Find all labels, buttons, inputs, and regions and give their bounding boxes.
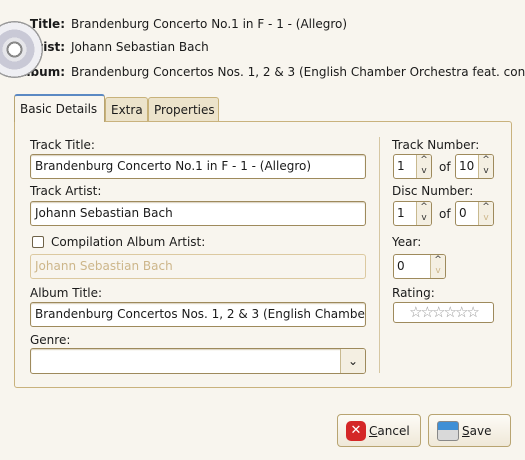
title-value: Brandenburg Concerto No.1 in F - 1 - (Al… [71, 17, 348, 31]
rating-label: Rating: [392, 286, 435, 300]
genre-combobox[interactable]: ⌄ [30, 348, 366, 374]
album-value: Brandenburg Concertos Nos. 1, 2 & 3 (Eng… [71, 65, 525, 79]
of-label: of [439, 160, 451, 174]
save-button[interactable]: Save [428, 414, 511, 447]
track-artist-input[interactable]: Johann Sebastian Bach [30, 201, 366, 226]
track-number-spin[interactable]: 1 ^ v [393, 154, 432, 179]
year-spin[interactable]: 0 ^ v [393, 254, 446, 279]
column-separator [379, 137, 380, 373]
spin-arrows-icon[interactable]: ^ v [478, 155, 493, 178]
album-title-label: Album Title: [30, 286, 103, 300]
year-label: Year: [392, 235, 422, 249]
chevron-down-icon[interactable]: ⌄ [340, 349, 365, 373]
spin-arrows-icon[interactable]: ^ v [478, 202, 493, 225]
track-total-spin[interactable]: 10 ^ v [455, 154, 494, 179]
tab-extra[interactable]: Extra [105, 97, 148, 122]
cancel-label: Cancel [369, 423, 410, 438]
artist-value: Johann Sebastian Bach [71, 40, 209, 54]
compilation-label: Compilation Album Artist: [51, 235, 206, 249]
track-title-input[interactable]: Brandenburg Concerto No.1 in F - 1 - (Al… [30, 154, 366, 179]
album-title-input[interactable]: Brandenburg Concertos Nos. 1, 2 & 3 (Eng… [30, 302, 366, 327]
tab-properties[interactable]: Properties [148, 97, 219, 122]
disc-total-spin[interactable]: 0 ^ v [455, 201, 494, 226]
track-title-label: Track Title: [30, 138, 95, 152]
track-number-label: Track Number: [392, 138, 480, 152]
cancel-icon: ✕ [346, 420, 366, 441]
disc-number-label: Disc Number: [392, 184, 474, 198]
save-icon [437, 420, 459, 441]
spin-arrows-icon[interactable]: ^ v [430, 255, 445, 278]
of-label: of [439, 207, 451, 221]
save-label: Save [462, 423, 492, 438]
genre-label: Genre: [30, 333, 71, 347]
spin-arrows-icon[interactable]: ^ v [416, 155, 431, 178]
spin-arrows-icon[interactable]: ^ v [416, 202, 431, 225]
tab-basic-details[interactable]: Basic Details [14, 94, 105, 122]
track-artist-label: Track Artist: [30, 184, 102, 198]
disc-number-spin[interactable]: 1 ^ v [393, 201, 432, 226]
compilation-artist-input: Johann Sebastian Bach [30, 254, 366, 279]
rating-stars[interactable]: ☆☆☆☆☆☆ [393, 302, 494, 323]
cancel-button[interactable]: ✕ Cancel [337, 414, 421, 447]
compilation-checkbox[interactable] [32, 236, 44, 248]
